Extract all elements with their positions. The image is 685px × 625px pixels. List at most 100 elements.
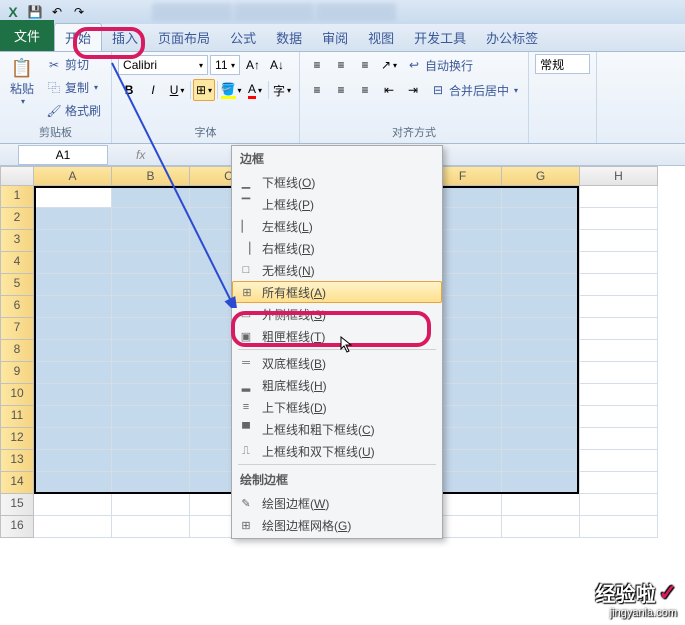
cell[interactable]: [112, 494, 190, 516]
align-middle-button[interactable]: ≡: [330, 54, 352, 76]
align-bottom-button[interactable]: ≡: [354, 54, 376, 76]
font-name-combo[interactable]: Calibri ▾: [118, 55, 208, 75]
cell[interactable]: [580, 428, 658, 450]
row-header[interactable]: 10: [0, 384, 34, 406]
row-header[interactable]: 13: [0, 450, 34, 472]
cell[interactable]: [580, 318, 658, 340]
fill-color-button[interactable]: 🪣▾: [220, 79, 242, 101]
align-top-button[interactable]: ≡: [306, 54, 328, 76]
cell[interactable]: [34, 340, 112, 362]
cell[interactable]: [502, 296, 580, 318]
cell[interactable]: [580, 208, 658, 230]
border-menu-item[interactable]: ▀上框线和粗下框线(C): [232, 418, 442, 440]
cell[interactable]: [34, 472, 112, 494]
cell[interactable]: [34, 208, 112, 230]
undo-icon[interactable]: ↶: [48, 3, 66, 21]
cell[interactable]: [112, 252, 190, 274]
cell[interactable]: [580, 252, 658, 274]
cell[interactable]: [580, 406, 658, 428]
cell[interactable]: [580, 340, 658, 362]
draw-border-menu-item[interactable]: ⊞绘图边框网格(G): [232, 514, 442, 536]
cell[interactable]: [112, 450, 190, 472]
number-format-combo[interactable]: 常规: [535, 54, 590, 74]
col-header[interactable]: A: [34, 166, 112, 186]
cell[interactable]: [580, 384, 658, 406]
cell[interactable]: [502, 450, 580, 472]
cell[interactable]: [112, 230, 190, 252]
tab-layout[interactable]: 页面布局: [148, 24, 220, 51]
cell[interactable]: [112, 362, 190, 384]
cell[interactable]: [502, 494, 580, 516]
row-header[interactable]: 11: [0, 406, 34, 428]
row-header[interactable]: 5: [0, 274, 34, 296]
merge-button[interactable]: ⊟ 合并后居中 ▾: [426, 80, 522, 101]
decrease-font-button[interactable]: A↓: [266, 54, 288, 76]
cell[interactable]: [502, 274, 580, 296]
border-menu-item[interactable]: ▂粗底框线(H): [232, 374, 442, 396]
cell[interactable]: [34, 516, 112, 538]
cell[interactable]: [502, 516, 580, 538]
increase-font-button[interactable]: A↑: [242, 54, 264, 76]
tab-view[interactable]: 视图: [358, 24, 404, 51]
cell[interactable]: [34, 384, 112, 406]
border-menu-item[interactable]: ▭外侧框线(S): [232, 303, 442, 325]
row-header[interactable]: 14: [0, 472, 34, 494]
cell[interactable]: [502, 318, 580, 340]
paste-button[interactable]: 📋 粘贴 ▾: [6, 54, 38, 121]
row-header[interactable]: 15: [0, 494, 34, 516]
row-header[interactable]: 16: [0, 516, 34, 538]
col-header[interactable]: B: [112, 166, 190, 186]
cell[interactable]: [502, 472, 580, 494]
row-header[interactable]: 7: [0, 318, 34, 340]
italic-button[interactable]: I: [142, 79, 164, 101]
cell[interactable]: [580, 274, 658, 296]
row-header[interactable]: 9: [0, 362, 34, 384]
cell[interactable]: [502, 208, 580, 230]
underline-button[interactable]: U▾: [166, 79, 188, 101]
decrease-indent-button[interactable]: ⇤: [378, 79, 400, 101]
cut-button[interactable]: ✂ 剪切: [42, 54, 105, 75]
cell[interactable]: [34, 186, 112, 208]
cell[interactable]: [112, 384, 190, 406]
cell[interactable]: [34, 318, 112, 340]
cell[interactable]: [34, 252, 112, 274]
align-right-button[interactable]: ≡: [354, 79, 376, 101]
row-header[interactable]: 6: [0, 296, 34, 318]
wrap-text-button[interactable]: ↩ 自动换行: [402, 55, 477, 76]
cell[interactable]: [112, 472, 190, 494]
fx-icon[interactable]: fx: [136, 148, 145, 162]
row-header[interactable]: 4: [0, 252, 34, 274]
cell[interactable]: [502, 340, 580, 362]
cell[interactable]: [502, 186, 580, 208]
orientation-button[interactable]: ↗▾: [378, 54, 400, 76]
cell[interactable]: [34, 274, 112, 296]
border-menu-item[interactable]: ═双底框线(B): [232, 352, 442, 374]
font-size-combo[interactable]: 11 ▾: [210, 55, 240, 75]
cell[interactable]: [580, 472, 658, 494]
cell[interactable]: [112, 186, 190, 208]
tab-data[interactable]: 数据: [266, 24, 312, 51]
cell[interactable]: [34, 494, 112, 516]
row-header[interactable]: 2: [0, 208, 34, 230]
border-menu-item[interactable]: ▕右框线(R): [232, 237, 442, 259]
draw-border-menu-item[interactable]: ✎绘图边框(W): [232, 492, 442, 514]
cell[interactable]: [34, 230, 112, 252]
row-header[interactable]: 3: [0, 230, 34, 252]
align-left-button[interactable]: ≡: [306, 79, 328, 101]
col-header[interactable]: H: [580, 166, 658, 186]
tab-developer[interactable]: 开发工具: [404, 24, 476, 51]
cell[interactable]: [502, 230, 580, 252]
cell[interactable]: [112, 406, 190, 428]
tab-formulas[interactable]: 公式: [220, 24, 266, 51]
cell[interactable]: [112, 208, 190, 230]
bold-button[interactable]: B: [118, 79, 140, 101]
format-painter-button[interactable]: 🖌 格式刷: [42, 100, 105, 121]
cell[interactable]: [580, 362, 658, 384]
cell[interactable]: [34, 362, 112, 384]
row-header[interactable]: 1: [0, 186, 34, 208]
border-menu-item[interactable]: ▁下框线(O): [232, 171, 442, 193]
cell[interactable]: [112, 516, 190, 538]
border-menu-item[interactable]: ⎍上框线和双下框线(U): [232, 440, 442, 462]
cell[interactable]: [112, 318, 190, 340]
border-button[interactable]: ⊞▾: [193, 79, 215, 101]
